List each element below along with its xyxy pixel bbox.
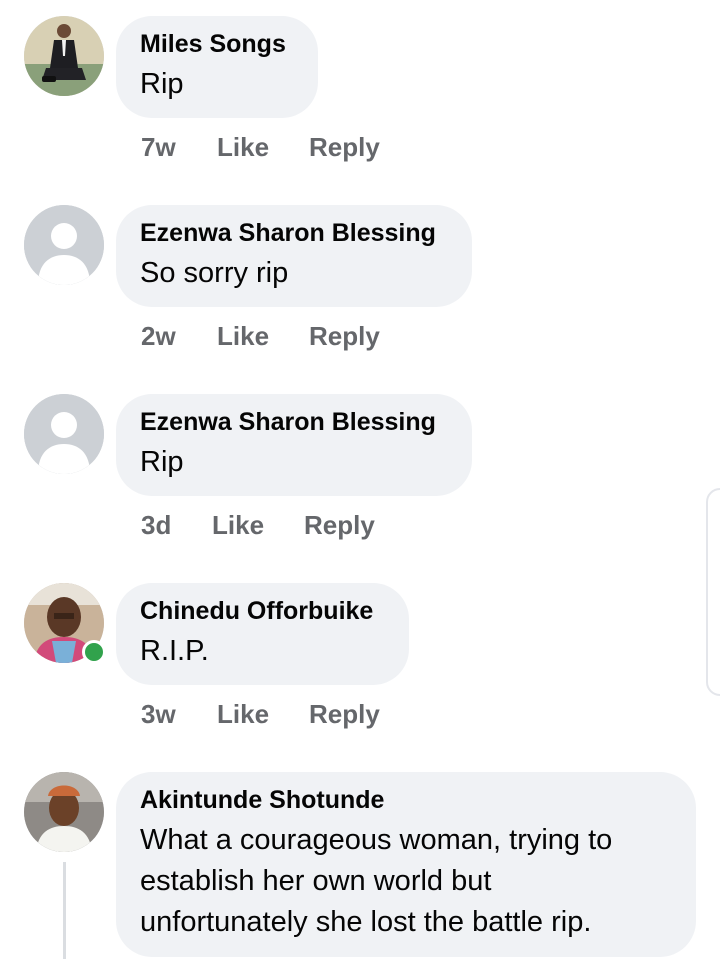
comment-text: So sorry rip (140, 257, 289, 289)
comment-author[interactable]: Chinedu Offorbuike (140, 596, 385, 626)
comment-bubble[interactable]: Chinedu Offorbuike R.I.P. (116, 583, 409, 685)
like-button[interactable]: Like (212, 510, 264, 540)
like-button[interactable]: Like (217, 699, 269, 729)
comment-text: R.I.P. (140, 635, 209, 667)
comments-page: Miles Songs Rip 7w Like Reply Ezenwa Sha… (0, 0, 720, 959)
comment-timestamp[interactable]: 3d (141, 510, 171, 540)
comment-text-line: What a courageous woman, trying to (140, 824, 613, 856)
comment-bubble[interactable]: Ezenwa Sharon Blessing Rip (116, 394, 472, 496)
reply-button[interactable]: Reply (309, 699, 380, 729)
avatar[interactable] (24, 394, 104, 474)
comment-timestamp[interactable]: 3w (141, 699, 176, 729)
comment-text-line: establish her own world but (140, 865, 492, 897)
online-status-indicator (82, 640, 106, 664)
avatar-photo (24, 772, 104, 852)
side-panel-edge[interactable] (706, 488, 720, 696)
comment-text: Rip (140, 68, 184, 100)
comment-text-line: unfortunately she lost the battle rip. (140, 906, 592, 938)
reply-button[interactable]: Reply (309, 321, 380, 351)
comment-author[interactable]: Akintunde Shotunde (140, 785, 672, 815)
reply-button[interactable]: Reply (309, 132, 380, 162)
comment-bubble[interactable]: Akintunde Shotunde What a courageous wom… (116, 772, 696, 957)
comment-author[interactable]: Ezenwa Sharon Blessing (140, 407, 448, 437)
comment-timestamp[interactable]: 2w (141, 321, 176, 351)
avatar[interactable] (24, 205, 104, 285)
avatar-photo (24, 16, 104, 96)
avatar[interactable] (24, 16, 104, 96)
comment-timestamp[interactable]: 7w (141, 132, 176, 162)
like-button[interactable]: Like (217, 321, 269, 351)
default-avatar-icon (24, 394, 104, 474)
avatar[interactable] (24, 772, 104, 852)
like-button[interactable]: Like (217, 132, 269, 162)
comment-author[interactable]: Miles Songs (140, 29, 294, 59)
default-avatar-icon (24, 205, 104, 285)
comment-text: Rip (140, 446, 184, 478)
comment-bubble[interactable]: Ezenwa Sharon Blessing So sorry rip (116, 205, 472, 307)
reply-button[interactable]: Reply (304, 510, 375, 540)
reply-thread-line (63, 862, 66, 959)
comment-bubble[interactable]: Miles Songs Rip (116, 16, 318, 118)
comment-author[interactable]: Ezenwa Sharon Blessing (140, 218, 448, 248)
